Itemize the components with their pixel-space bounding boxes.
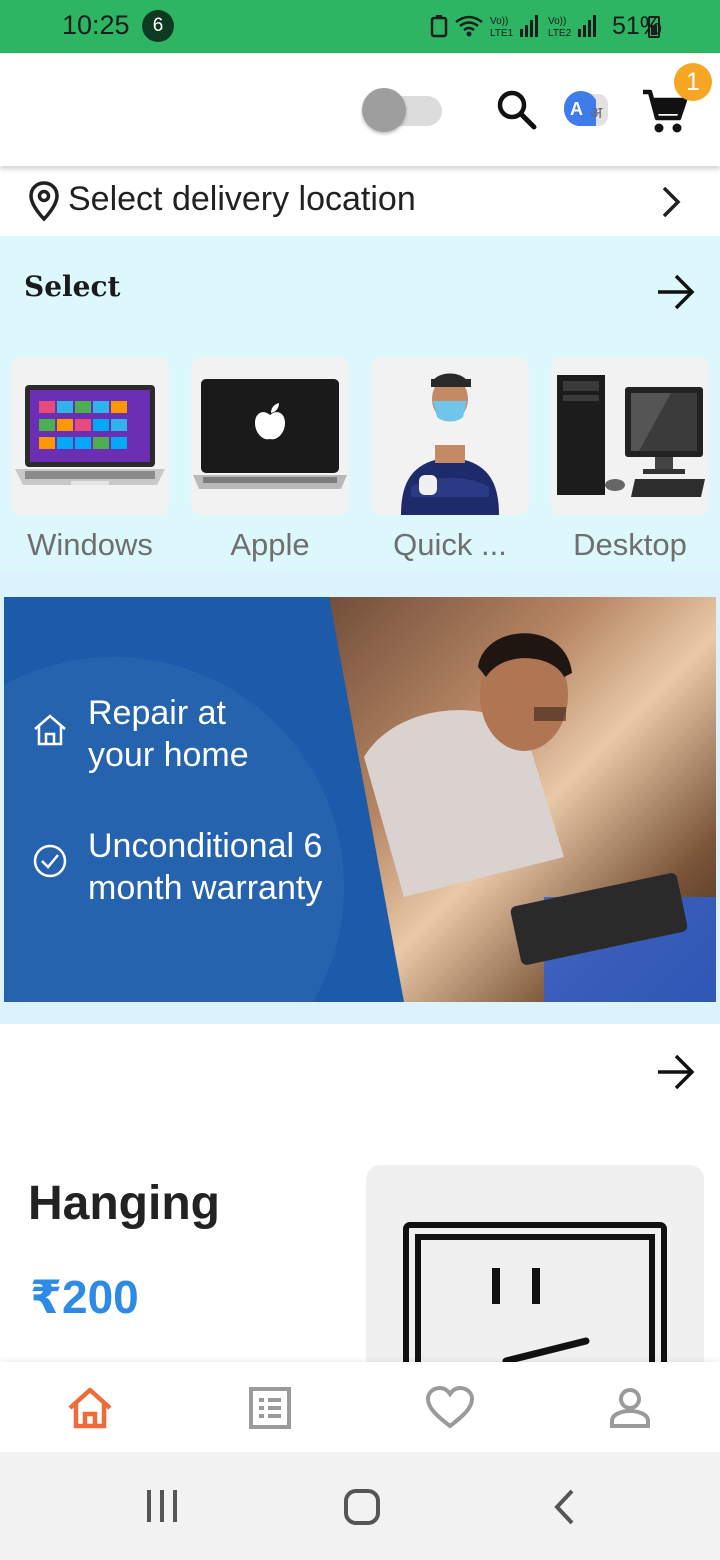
banner-text-warranty: Unconditional 6 month warranty: [88, 827, 323, 907]
svg-text:Vo)): Vo)): [548, 16, 566, 27]
category-item-desktop[interactable]: Desktop: [551, 357, 709, 562]
svg-text:Vo)): Vo)): [490, 16, 508, 27]
category-title: Select: [24, 270, 121, 303]
product-price: ₹200: [30, 1271, 139, 1323]
category-label: Quick ...: [393, 527, 507, 562]
delivery-location-label: Select delivery location: [68, 180, 416, 218]
category-label: Windows: [27, 527, 153, 562]
nav-home[interactable]: [64, 1382, 116, 1434]
svg-text:A: A: [570, 99, 583, 119]
windows-laptop-image: [11, 357, 169, 515]
check-circle-icon: [33, 844, 67, 878]
delivery-location-row[interactable]: Select delivery location: [0, 166, 720, 236]
technician-image: [371, 357, 529, 515]
svg-text:अ: अ: [590, 103, 603, 122]
desktop-computer-image: [551, 357, 709, 515]
chevron-right-icon: [662, 186, 681, 218]
recycle-icon: [430, 15, 448, 38]
signal-lte1-icon: Vo))LTE1: [490, 15, 538, 39]
home-outline-icon: [34, 714, 66, 746]
search-icon: [497, 90, 537, 130]
profile-icon: [610, 1388, 650, 1428]
status-icons: Vo)) LTE1 Vo)) LTE2 51%: [430, 10, 662, 42]
category-item-apple[interactable]: Apple: [191, 357, 349, 562]
bottom-navigation: [0, 1362, 720, 1452]
category-item-windows[interactable]: Windows: [11, 357, 169, 562]
translate-icon: Aअ: [563, 90, 608, 126]
status-time: 10:25: [62, 10, 130, 40]
toggle-thumb: [362, 88, 406, 132]
product-name: Hanging: [28, 1177, 220, 1230]
product-section: Hanging ₹200: [0, 1024, 720, 1362]
promo-banner[interactable]: Repair at your home Unconditional 6 mont…: [4, 597, 716, 1002]
mode-toggle[interactable]: [362, 88, 442, 132]
home-button-icon[interactable]: [343, 1488, 381, 1526]
nav-wishlist[interactable]: [424, 1382, 476, 1434]
translate-button[interactable]: Aअ: [558, 83, 614, 139]
signal-lte2-icon: Vo))LTE2: [548, 15, 596, 39]
notification-count-badge: 6: [142, 10, 174, 42]
banner-text-repair: Repair at your home: [88, 694, 249, 774]
app-bar: Aअ: [0, 53, 720, 166]
category-label: Desktop: [573, 527, 687, 562]
system-navigation: [0, 1452, 720, 1560]
nav-profile[interactable]: [604, 1382, 656, 1434]
arrow-right-icon[interactable]: [654, 1052, 698, 1092]
battery-icon: [648, 16, 660, 38]
list-icon: [249, 1387, 291, 1429]
nav-orders[interactable]: [244, 1382, 296, 1434]
category-item-quick[interactable]: Quick ...: [371, 357, 529, 562]
heart-icon: [425, 1386, 475, 1429]
arrow-right-icon[interactable]: [654, 272, 698, 312]
location-pin-icon: [29, 181, 59, 222]
apple-laptop-image: [191, 357, 349, 515]
search-button[interactable]: [488, 81, 544, 137]
cart-count-badge: 1: [674, 63, 712, 101]
back-icon[interactable]: [552, 1488, 578, 1526]
product-image[interactable]: [366, 1165, 704, 1362]
home-icon: [68, 1387, 112, 1429]
category-section: Select Windows Apple Quick ... Desktop: [0, 236, 720, 572]
category-label: Apple: [230, 527, 310, 562]
svg-text:LTE2: LTE2: [548, 28, 572, 39]
wifi-icon: [455, 15, 483, 37]
svg-text:LTE1: LTE1: [490, 28, 514, 39]
status-bar: 10:25 6 Vo)) LTE1 Vo)) LTE2 51%: [0, 0, 720, 53]
recent-apps-icon[interactable]: [144, 1488, 180, 1524]
